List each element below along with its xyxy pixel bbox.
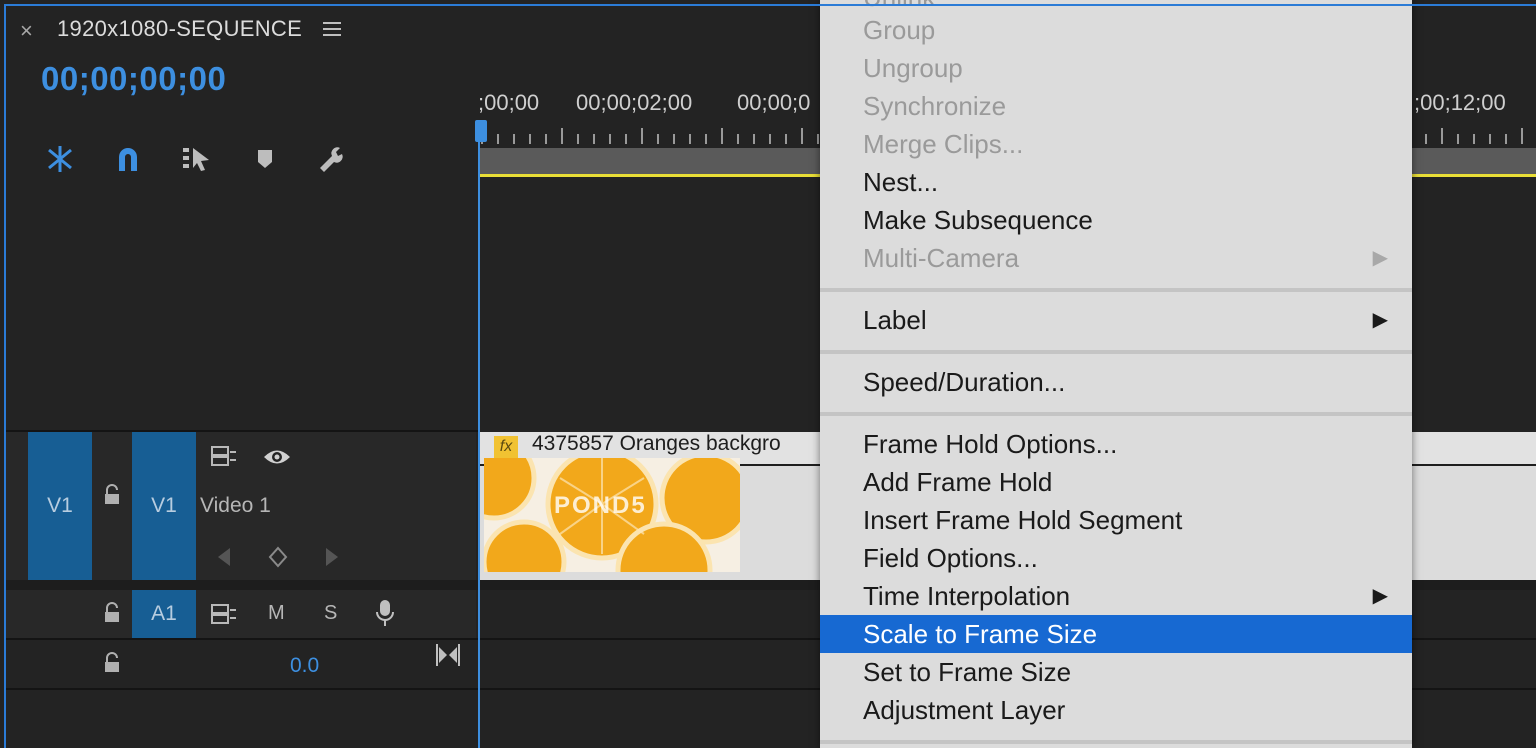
wrench-icon[interactable] [314,142,348,176]
menu-separator [820,740,1412,744]
menu-item-label-text: Label [863,305,927,335]
track-lock-icon[interactable] [102,602,122,629]
submenu-arrow-icon: ▶ [1372,585,1388,607]
clip-name[interactable]: 4375857 Oranges backgro [532,432,781,456]
playhead-timecode[interactable]: 00;00;00;00 [41,60,226,98]
menu-item-label: Time Interpolation [863,581,1071,611]
sync-lock-icon[interactable] [210,602,238,631]
video-track-name[interactable]: Video 1 [200,494,271,518]
menu-separator [820,350,1412,354]
master-volume-value[interactable]: 0.0 [290,654,319,678]
menu-item-time-interpolation[interactable]: Time Interpolation ▶ [820,577,1412,615]
solo-track-button[interactable]: S [324,602,337,625]
submenu-arrow-icon: ▶ [1372,247,1388,269]
menu-item-label[interactable]: Label ▶ [820,301,1412,339]
track-visibility-eye-icon[interactable] [262,446,292,473]
ruler-label: ;00;12;00 [1414,90,1506,115]
menu-item-add-frame-hold[interactable]: Add Frame Hold [820,463,1412,501]
menu-item-make-subsequence[interactable]: Make Subsequence [820,201,1412,239]
menu-separator [820,412,1412,416]
track-target-a1[interactable]: A1 [132,590,196,638]
clip-context-menu: Unlink Group Ungroup Synchronize Merge C… [820,0,1412,748]
playhead-line[interactable] [478,122,480,748]
menu-item-frame-hold-options[interactable]: Frame Hold Options... [820,425,1412,463]
snap-insert-icon[interactable] [43,142,77,176]
mute-track-button[interactable]: M [268,602,285,625]
pond5-watermark: POND5 [554,492,647,519]
menu-item-field-options[interactable]: Field Options... [820,539,1412,577]
audio-track-header [6,590,476,638]
menu-item-adjustment-layer[interactable]: Adjustment Layer [820,691,1412,729]
menu-item-group: Group [863,15,936,45]
ruler-label: 00;00;0 [737,90,811,115]
submenu-arrow-icon: ▶ [1372,309,1388,331]
add-marker-icon[interactable] [248,142,282,176]
source-patch-v1[interactable]: V1 [28,432,92,580]
menu-item-label: Multi-Camera [863,243,1020,273]
previous-keyframe-icon[interactable] [216,546,232,573]
track-target-v1[interactable]: V1 [132,432,196,580]
track-lock-icon[interactable] [102,484,122,511]
track-lock-icon[interactable] [102,652,122,679]
playhead-handle[interactable] [475,120,487,142]
close-tab-icon[interactable]: × [20,18,33,44]
sync-lock-icon[interactable] [210,444,238,473]
menu-item-set-to-frame-size[interactable]: Set to Frame Size [820,653,1412,691]
menu-item-multi-camera: Multi-Camera ▶ [820,239,1412,277]
menu-item-speed-duration[interactable]: Speed/Duration... [820,363,1412,401]
ruler-label: 00;00;02;00 [576,90,693,115]
menu-separator [820,288,1412,292]
menu-item-synchronize: Synchronize [863,91,1007,121]
next-keyframe-icon[interactable] [324,546,340,573]
timeline-zoom-fit-icon[interactable] [436,644,460,671]
menu-item-scale-to-frame-size[interactable]: Scale to Frame Size [820,615,1412,653]
voice-over-record-icon[interactable] [374,598,396,633]
menu-item-nest[interactable]: Nest... [820,163,1412,201]
menu-item-ungroup: Ungroup [863,53,963,83]
menu-item-merge-clips: Merge Clips... [863,129,1024,159]
ruler-label: ;00;00 [478,90,540,115]
menu-item-insert-frame-hold-segment[interactable]: Insert Frame Hold Segment [820,501,1412,539]
sequence-tab-title[interactable]: 1920x1080-SEQUENCE [57,16,302,42]
fx-badge[interactable]: fx [494,436,518,458]
clip-thumbnail: POND5 [484,458,740,572]
linked-selection-icon[interactable] [179,142,213,176]
magnet-icon[interactable] [111,142,145,176]
add-keyframe-icon[interactable] [268,546,288,573]
panel-menu-icon[interactable] [323,22,341,40]
